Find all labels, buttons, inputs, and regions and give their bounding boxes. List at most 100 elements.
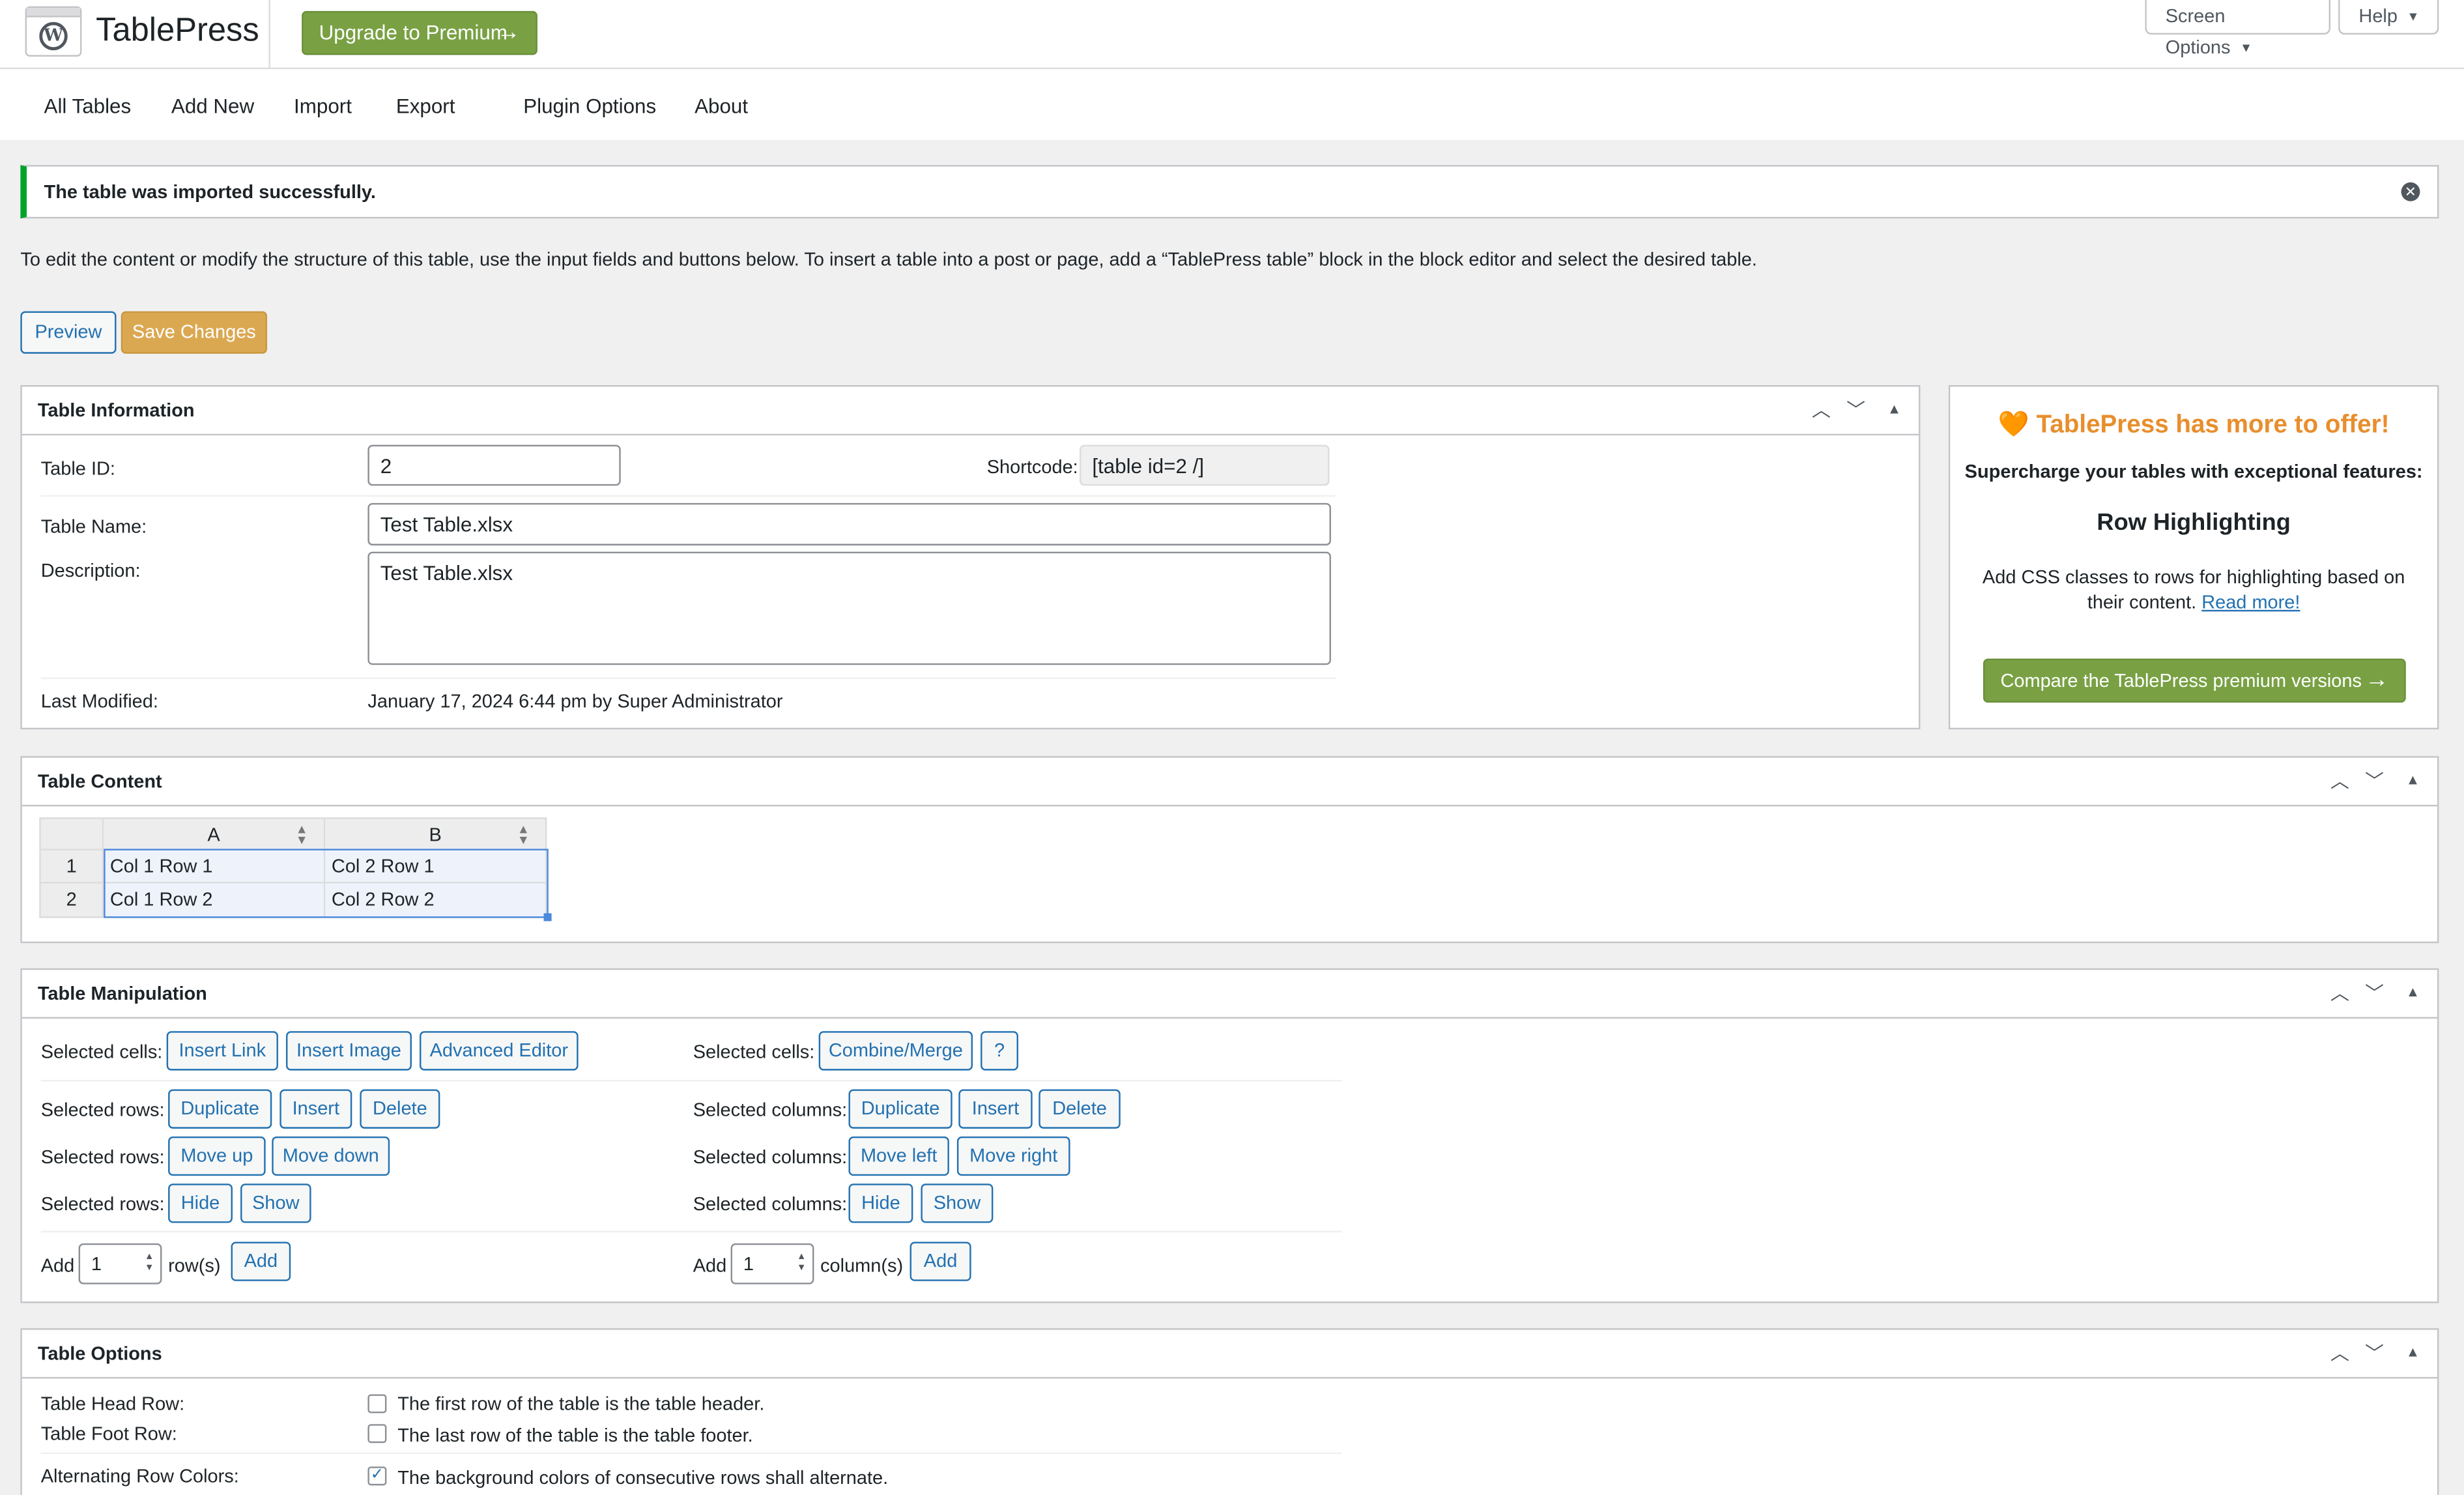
stepper-icon[interactable]: ▲ ▼ [145, 1253, 154, 1275]
insert-columns-button[interactable]: Insert [958, 1089, 1033, 1129]
nav-about[interactable]: About [695, 94, 748, 118]
add-columns-input[interactable]: 1 ▲ ▼ [730, 1243, 814, 1285]
plugin-nav: All Tables Add New Import Export Plugin … [0, 69, 2464, 140]
advanced-editor-button[interactable]: Advanced Editor [420, 1031, 579, 1071]
hide-rows-button[interactable]: Hide [168, 1183, 233, 1223]
hide-columns-button[interactable]: Hide [848, 1183, 913, 1223]
show-rows-button[interactable]: Show [240, 1183, 311, 1223]
move-down-button[interactable]: Move down [272, 1136, 390, 1176]
add-rows-value: 1 [91, 1253, 102, 1275]
add-columns-button[interactable]: Add [910, 1241, 971, 1281]
table-id-input[interactable]: 2 [367, 444, 621, 486]
chevron-down-icon[interactable]: ﹀ [2365, 1339, 2384, 1366]
duplicate-columns-button[interactable]: Duplicate [848, 1089, 953, 1129]
alternating-colors-label: Alternating Row Colors: [40, 1464, 239, 1487]
toggle-panel-icon[interactable]: ▲ [1887, 401, 1902, 416]
description-textarea[interactable]: Test Table.xlsx [367, 551, 1331, 665]
help-toggle[interactable]: Help ▼ [2338, 0, 2439, 35]
table-foot-text: The last row of the table is the table f… [397, 1424, 753, 1447]
add-label: Add [40, 1254, 75, 1277]
heart-icon: 🧡 [1998, 411, 2029, 439]
screen-options-label: Screen Options [2165, 5, 2231, 59]
add-rows-input[interactable]: 1 ▲ ▼ [78, 1243, 162, 1285]
caret-down-icon: ▼ [2407, 9, 2420, 24]
chevron-down-icon[interactable]: ﹀ [2365, 767, 2384, 794]
table-head-row-label: Table Head Row: [40, 1393, 185, 1415]
chevron-up-icon[interactable]: ︿ [2330, 767, 2349, 794]
promo-desc-text: Add CSS classes to rows for highlighting… [1982, 566, 2405, 613]
table-name-label: Table Name: [40, 515, 147, 538]
selected-columns-label: Selected columns: [693, 1098, 848, 1121]
wordpress-icon: W [39, 22, 68, 51]
compare-label: Compare the TablePress premium versions [2000, 669, 2362, 692]
stepper-icon[interactable]: ▲ ▼ [797, 1253, 806, 1275]
fill-handle[interactable] [543, 913, 552, 922]
save-changes-button[interactable]: Save Changes [121, 311, 268, 354]
row-header-1[interactable]: 1 [39, 850, 104, 884]
sort-icon[interactable]: ▲ ▼ [517, 823, 530, 847]
toggle-panel-icon[interactable]: ▲ [2406, 772, 2420, 787]
nav-all-tables[interactable]: All Tables [44, 94, 132, 118]
table-foot-checkbox[interactable] [367, 1424, 387, 1444]
toggle-panel-icon[interactable]: ▲ [2406, 984, 2420, 1000]
promo-description: Add CSS classes to rows for highlighting… [1975, 564, 2413, 615]
arrow-right-icon: → [2365, 666, 2389, 693]
merge-help-button[interactable]: ? [981, 1031, 1018, 1071]
show-columns-button[interactable]: Show [921, 1183, 994, 1223]
column-label: A [207, 823, 220, 846]
move-up-button[interactable]: Move up [168, 1136, 266, 1176]
add-rows-button[interactable]: Add [231, 1241, 291, 1281]
upgrade-button[interactable]: Upgrade to Premium → [302, 10, 537, 55]
delete-columns-button[interactable]: Delete [1039, 1089, 1121, 1129]
chevron-up-icon[interactable]: ︿ [1812, 396, 1831, 423]
nav-plugin-options[interactable]: Plugin Options [523, 94, 656, 118]
last-modified-value: January 17, 2024 6:44 pm by Super Admini… [367, 689, 783, 712]
notice-text: The table was imported successfully. [44, 181, 376, 203]
row-header-2[interactable]: 2 [39, 883, 104, 918]
table-id-label: Table ID: [40, 457, 115, 480]
move-right-button[interactable]: Move right [956, 1136, 1070, 1176]
compare-premium-button[interactable]: Compare the TablePress premium versions … [1983, 658, 2406, 703]
column-header-a[interactable]: A ▲ ▼ [104, 817, 326, 850]
table-name-input[interactable]: Test Table.xlsx [367, 502, 1331, 545]
column-label: B [429, 823, 442, 846]
promo-subtitle: Supercharge your tables with exceptional… [1964, 460, 2423, 483]
caret-down-icon: ▼ [2239, 40, 2253, 55]
chevron-up-icon[interactable]: ︿ [2330, 980, 2349, 1006]
arrow-right-icon: → [496, 18, 521, 46]
selected-rows-label: Selected rows: [40, 1193, 165, 1215]
selected-columns-label: Selected columns: [693, 1193, 848, 1215]
nav-import[interactable]: Import [294, 94, 352, 118]
move-left-button[interactable]: Move left [848, 1136, 949, 1176]
sort-icon[interactable]: ▲ ▼ [296, 823, 308, 847]
selected-rows-label: Selected rows: [40, 1146, 165, 1168]
promo-title: 🧡 TablePress has more to offer! [1950, 409, 2437, 440]
insert-image-button[interactable]: Insert Image [285, 1031, 412, 1071]
preview-button[interactable]: Preview [20, 311, 117, 354]
alternating-colors-checkbox[interactable]: ✓ [367, 1466, 387, 1486]
success-notice: The table was imported successfully. ✕ [20, 165, 2439, 219]
nav-add-new[interactable]: Add New [171, 94, 254, 118]
chevron-down-icon[interactable]: ﹀ [2365, 980, 2384, 1006]
combine-merge-button[interactable]: Combine/Merge [818, 1031, 973, 1071]
insert-rows-button[interactable]: Insert [279, 1089, 352, 1129]
insert-link-button[interactable]: Insert Link [166, 1031, 278, 1071]
toggle-panel-icon[interactable]: ▲ [2406, 1344, 2420, 1359]
nav-export[interactable]: Export [396, 94, 455, 118]
duplicate-rows-button[interactable]: Duplicate [168, 1089, 272, 1129]
read-more-link[interactable]: Read more! [2201, 591, 2300, 613]
close-icon[interactable]: ✕ [2401, 182, 2420, 201]
box-title: Table Content [37, 770, 162, 792]
rows-suffix: row(s) [168, 1254, 221, 1277]
chevron-up-icon[interactable]: ︿ [2330, 1339, 2349, 1366]
delete-rows-button[interactable]: Delete [360, 1089, 440, 1129]
table-manipulation-box: Table Manipulation ︿ ﹀ ▲ Selected cells:… [20, 968, 2439, 1303]
box-title: Table Manipulation [37, 982, 207, 1005]
screen-options-toggle[interactable]: Screen Options ▼ [2145, 0, 2330, 58]
column-header-b[interactable]: B ▲ ▼ [325, 817, 547, 850]
chevron-down-icon[interactable]: ﹀ [1846, 396, 1865, 423]
shortcode-label: Shortcode: [986, 456, 1078, 478]
table-head-checkbox[interactable] [367, 1394, 387, 1414]
shortcode-field[interactable]: [table id=2 /] [1080, 444, 1330, 486]
grid-corner[interactable] [39, 817, 104, 850]
